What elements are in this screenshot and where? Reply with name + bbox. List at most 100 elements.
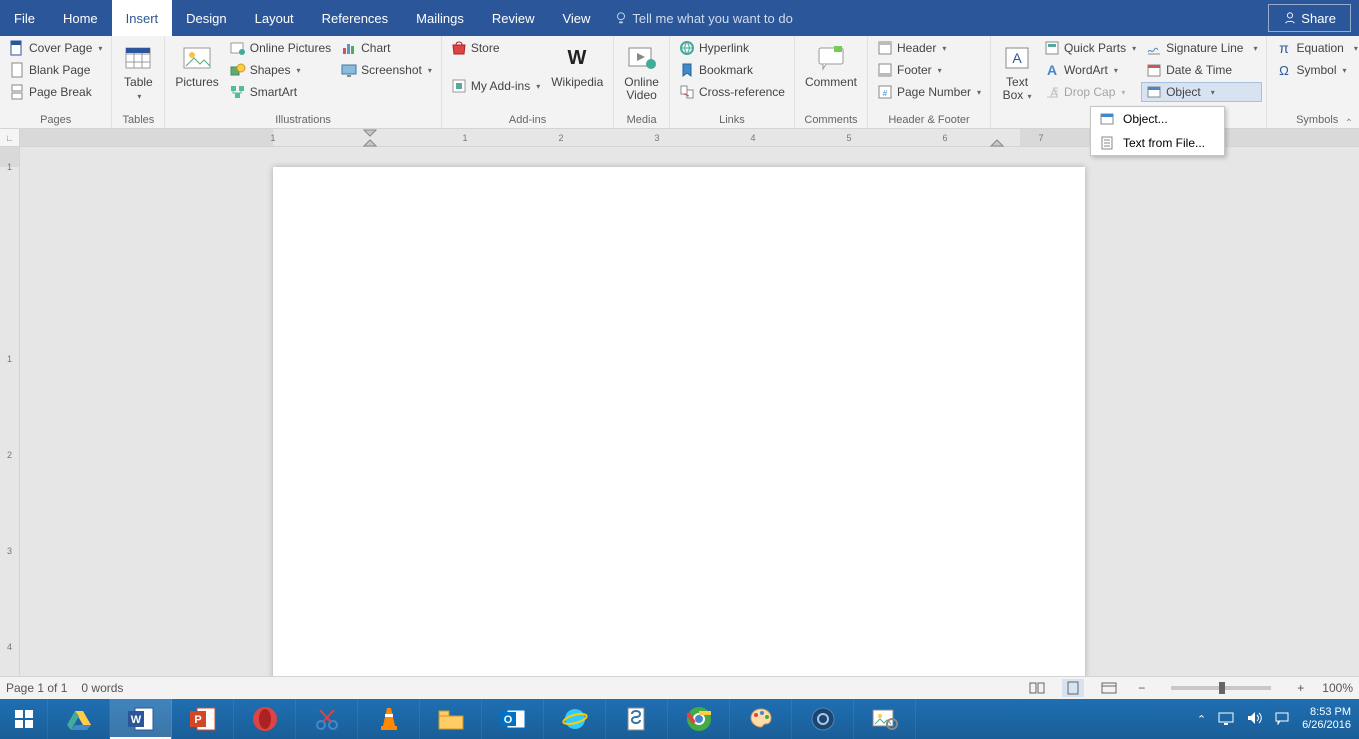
zoom-slider[interactable] <box>1171 686 1271 690</box>
object-menu-object[interactable]: Object... <box>1091 107 1224 131</box>
tray-clock[interactable]: 8:53 PM 6/26/2016 <box>1302 706 1351 732</box>
read-mode-button[interactable] <box>1026 679 1048 697</box>
status-words[interactable]: 0 words <box>81 681 123 695</box>
tray-chevron-icon[interactable]: ⌃ <box>1197 713 1206 726</box>
date-time-button[interactable]: Date & Time <box>1141 60 1262 80</box>
group-pages: Cover Page▾ Blank Page Page Break Pages <box>0 36 112 128</box>
equation-button[interactable]: πEquation▾ <box>1271 38 1359 58</box>
taskbar-app-paint[interactable] <box>730 699 792 739</box>
zoom-level[interactable]: 100% <box>1322 681 1353 695</box>
comment-button[interactable]: Comment <box>799 38 863 93</box>
document-area: 1 1 2 3 4 <box>0 147 1359 699</box>
taskbar-app-explorer[interactable] <box>420 699 482 739</box>
system-tray: ⌃ 8:53 PM 6/26/2016 <box>1189 699 1359 739</box>
shapes-button[interactable]: Shapes▾ <box>225 60 336 80</box>
share-button[interactable]: Share <box>1268 4 1351 32</box>
wordart-icon: A <box>1044 62 1060 78</box>
tab-home[interactable]: Home <box>49 0 112 36</box>
group-label-links: Links <box>674 112 790 128</box>
screenshot-icon <box>341 62 357 78</box>
tray-volume-icon[interactable] <box>1246 711 1262 728</box>
web-layout-button[interactable] <box>1098 679 1120 697</box>
object-menu-text-from-file[interactable]: Text from File... <box>1091 131 1224 155</box>
hyperlink-button[interactable]: Hyperlink <box>674 38 790 58</box>
object-button[interactable]: Object▾ <box>1141 82 1262 102</box>
taskbar-app-opera[interactable] <box>234 699 296 739</box>
taskbar-app-drive[interactable] <box>48 699 110 739</box>
ruler-corner[interactable]: ∟ <box>0 129 20 146</box>
page-break-button[interactable]: Page Break <box>4 82 107 102</box>
document-page[interactable] <box>273 167 1085 699</box>
taskbar-app-generic1[interactable] <box>792 699 854 739</box>
print-layout-button[interactable] <box>1062 679 1084 697</box>
taskbar-app-outlook[interactable]: O <box>482 699 544 739</box>
text-box-icon: A <box>1001 42 1033 74</box>
object-icon <box>1146 84 1162 100</box>
cover-page-button[interactable]: Cover Page▾ <box>4 38 107 58</box>
wikipedia-icon: W <box>561 42 593 74</box>
right-indent-marker-icon[interactable] <box>990 138 1004 147</box>
tab-layout[interactable]: Layout <box>241 0 308 36</box>
smartart-button[interactable]: SmartArt <box>225 82 336 102</box>
svg-text:A: A <box>1012 50 1022 66</box>
header-button[interactable]: Header▾ <box>872 38 986 58</box>
lightbulb-icon <box>614 11 628 25</box>
zoom-out-button[interactable]: − <box>1134 681 1149 695</box>
symbol-button[interactable]: ΩSymbol▾ <box>1271 60 1359 80</box>
ruler-vertical[interactable]: 1 1 2 3 4 <box>0 147 20 699</box>
online-pictures-button[interactable]: Online Pictures <box>225 38 336 58</box>
taskbar-app-python[interactable] <box>606 699 668 739</box>
page-number-button[interactable]: #Page Number▾ <box>872 82 986 102</box>
zoom-in-button[interactable]: + <box>1293 681 1308 695</box>
svg-text:A: A <box>1047 62 1057 78</box>
tab-view[interactable]: View <box>548 0 604 36</box>
screenshot-button[interactable]: Screenshot▾ <box>336 60 437 80</box>
tab-file[interactable]: File <box>0 0 49 36</box>
tell-me-search[interactable]: Tell me what you want to do <box>604 0 802 36</box>
taskbar-app-ie[interactable] <box>544 699 606 739</box>
chart-button[interactable]: Chart <box>336 38 437 58</box>
group-tables: Table▾ Tables <box>112 36 165 128</box>
taskbar-app-powerpoint[interactable]: P <box>172 699 234 739</box>
page-number-icon: # <box>877 84 893 100</box>
tab-references[interactable]: References <box>308 0 402 36</box>
cover-page-icon <box>9 40 25 56</box>
footer-icon <box>877 62 893 78</box>
group-comments: Comment Comments <box>795 36 868 128</box>
footer-button[interactable]: Footer▾ <box>872 60 986 80</box>
cross-reference-button[interactable]: Cross-reference <box>674 82 790 102</box>
start-button[interactable] <box>0 699 48 739</box>
wikipedia-button[interactable]: W Wikipedia <box>545 38 609 93</box>
online-video-button[interactable]: Online Video <box>618 38 665 106</box>
blank-page-button[interactable]: Blank Page <box>4 60 107 80</box>
collapse-ribbon-button[interactable]: ⌃ <box>1345 118 1353 129</box>
taskbar-app-word[interactable]: W <box>110 699 172 739</box>
taskbar-app-vlc[interactable] <box>358 699 420 739</box>
store-icon <box>451 40 467 56</box>
table-button[interactable]: Table▾ <box>116 38 160 106</box>
store-button[interactable]: Store <box>446 38 545 58</box>
quick-parts-icon <box>1044 40 1060 56</box>
tab-review[interactable]: Review <box>478 0 549 36</box>
group-media: Online Video Media <box>614 36 670 128</box>
tab-mailings[interactable]: Mailings <box>402 0 478 36</box>
my-addins-button[interactable]: My Add-ins▾ <box>446 76 545 96</box>
wordart-button[interactable]: AWordArt▾ <box>1039 60 1141 80</box>
pictures-button[interactable]: Pictures <box>169 38 224 93</box>
ruler-tick: 6 <box>942 129 947 146</box>
ruler-tick: 2 <box>558 129 563 146</box>
signature-line-button[interactable]: Signature Line▾ <box>1141 38 1262 58</box>
drop-cap-button[interactable]: ADrop Cap▾ <box>1039 82 1141 102</box>
bookmark-button[interactable]: Bookmark <box>674 60 790 80</box>
indent-marker-icon[interactable] <box>363 129 377 147</box>
taskbar-app-snipping[interactable] <box>296 699 358 739</box>
status-page[interactable]: Page 1 of 1 <box>6 681 67 695</box>
tray-network-icon[interactable] <box>1218 711 1234 728</box>
tab-insert[interactable]: Insert <box>112 0 173 36</box>
quick-parts-button[interactable]: Quick Parts▾ <box>1039 38 1141 58</box>
taskbar-app-chrome[interactable] <box>668 699 730 739</box>
tray-action-center-icon[interactable] <box>1274 711 1290 728</box>
text-box-button[interactable]: A Text Box ▾ <box>995 38 1039 106</box>
taskbar-app-generic2[interactable] <box>854 699 916 739</box>
tab-design[interactable]: Design <box>172 0 240 36</box>
